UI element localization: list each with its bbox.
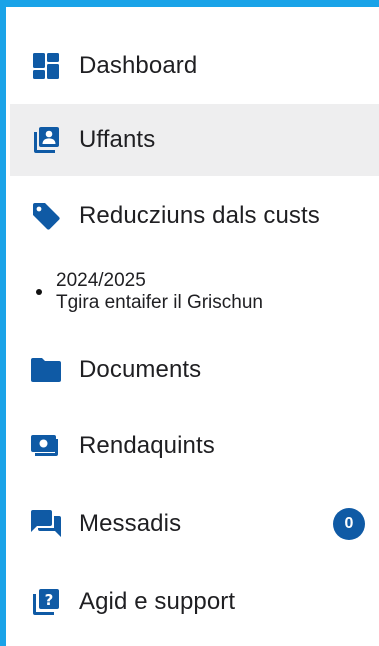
svg-text:?: ? [45,591,54,609]
children-icon [30,124,62,156]
sidebar-item-dashboard[interactable]: Dashboard [10,42,379,90]
year-entry: 2024/2025 Tgira entaifer il Grischun [56,270,263,314]
year-label: 2024/2025 [56,270,146,291]
sidebar-item-label: Rendaquints [79,432,215,459]
sidebar-item-label: Messadis [79,510,182,537]
sidebar-item-rendaquints[interactable]: Rendaquints [10,422,379,470]
invoice-icon [30,430,62,462]
bullet-icon [36,289,42,295]
sidebar-item-label: Agid e support [79,588,236,615]
sidebar-item-label: Documents [79,356,202,383]
sidebar-frame [0,0,379,646]
sidebar-item-agid[interactable]: ? Agid e support [10,578,379,626]
sidebar-subitem-year[interactable]: 2024/2025 Tgira entaifer il Grischun [10,262,379,322]
sidebar-item-label: Reducziuns dals custs [79,202,320,229]
year-subtitle: Tgira entaifer il Grischun [56,292,263,313]
folder-icon [30,354,62,386]
unread-count-badge: 0 [333,508,365,540]
sidebar-item-label: Uffants [79,126,156,153]
sidebar-item-reducziuns[interactable]: Reducziuns dals custs [10,192,379,240]
tag-icon [30,200,62,232]
help-icon: ? [30,586,62,618]
messages-icon [30,508,62,540]
sidebar-item-label: Dashboard [79,52,198,79]
sidebar-item-messadis[interactable]: Messadis 0 [10,500,379,548]
sidebar-item-uffants[interactable]: Uffants [10,104,379,176]
sidebar-item-documents[interactable]: Documents [10,346,379,394]
dashboard-icon [30,50,62,82]
